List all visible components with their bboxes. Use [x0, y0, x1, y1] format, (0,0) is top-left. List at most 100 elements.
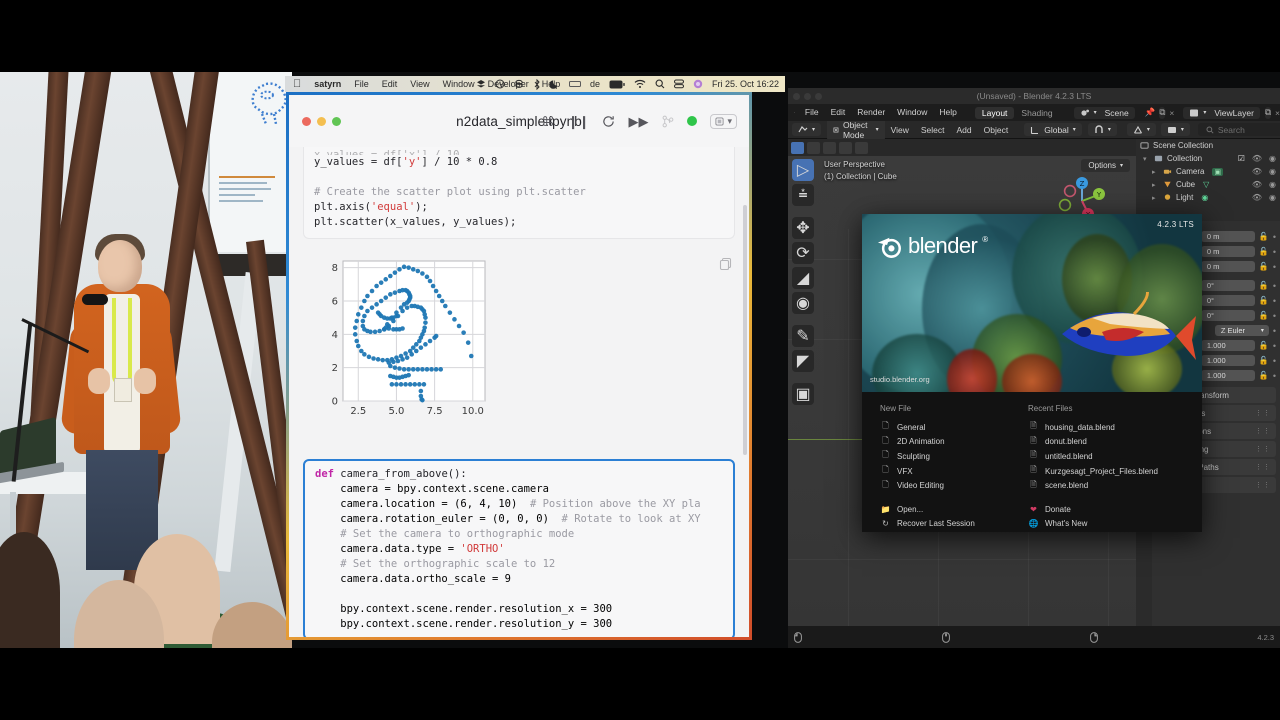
blender-logo-icon[interactable]: [794, 106, 795, 119]
location-z-value[interactable]: 0 m: [1200, 261, 1255, 272]
location-y-value[interactable]: 0 m: [1200, 246, 1255, 257]
menu-object[interactable]: Object: [978, 125, 1015, 135]
eye-icon[interactable]: 👁: [1252, 193, 1262, 202]
restart-icon[interactable]: [602, 115, 615, 128]
outliner-row-light[interactable]: ▸ Light ◉ 👁 ◉: [1136, 191, 1280, 204]
kernel-status-dot[interactable]: [687, 116, 698, 126]
camera-render-icon[interactable]: ◉: [1269, 180, 1276, 189]
lock-icon[interactable]: 🔓: [1259, 371, 1269, 380]
menu-edit[interactable]: Edit: [825, 104, 852, 121]
splash-recent-kurzgesagt[interactable]: 🗎 Kurzgesagt_Project_Files.blend: [1028, 464, 1158, 479]
splash-recent-housing-data[interactable]: 🗎 housing_data.blend: [1028, 420, 1158, 435]
notebook-scrollbar[interactable]: [743, 205, 747, 455]
edge-mode-tab[interactable]: [823, 141, 836, 154]
layout-chooser[interactable]: ▾: [710, 113, 737, 129]
menubar-item-window[interactable]: Window: [443, 79, 475, 89]
new-viewlayer-button[interactable]: ⧉: [1264, 106, 1272, 119]
notebook-body[interactable]: x_values = df['x'] / 10 y_values = df['y…: [289, 147, 749, 637]
moon-icon[interactable]: [549, 79, 560, 89]
controlcenter-icon[interactable]: [673, 79, 684, 89]
menu-file[interactable]: File: [799, 104, 825, 121]
outliner-row-camera[interactable]: ▸ Camera ▣ 👁 ◉: [1136, 165, 1280, 178]
battery-icon[interactable]: [609, 80, 625, 89]
blender-splash-screen[interactable]: blender ® 4.2.3 LTS studio.blender.org N…: [862, 214, 1202, 532]
new-scene-button[interactable]: ⧉: [1159, 106, 1166, 119]
rotation-y-value[interactable]: 0°: [1200, 295, 1255, 306]
interaction-mode-dropdown[interactable]: Object Mode ▾: [827, 118, 885, 141]
outliner-row-collection[interactable]: ▾ Collection ☑ 👁 ◉: [1136, 152, 1280, 165]
animate-dot-icon[interactable]: •: [1273, 356, 1276, 366]
transform-tool[interactable]: ◉: [792, 292, 814, 314]
animate-dot-icon[interactable]: •: [1273, 326, 1276, 336]
cursor-tool[interactable]: ⩮: [792, 184, 814, 206]
face-mode-tab[interactable]: [839, 141, 852, 154]
splash-recover-last-session[interactable]: ↻ Recover Last Session: [880, 517, 1002, 532]
menu-view[interactable]: View: [885, 125, 915, 135]
viewlayer-name[interactable]: ViewLayer: [1214, 108, 1254, 118]
menu-help[interactable]: Help: [933, 104, 962, 121]
animate-dot-icon[interactable]: •: [1273, 311, 1276, 321]
outliner-row-toggles[interactable]: 👁 ◉: [1252, 193, 1276, 202]
code-cell-camera[interactable]: def camera_from_above(): camera = bpy.co…: [303, 459, 735, 637]
outliner-row-toggles[interactable]: 👁 ◉: [1252, 167, 1276, 176]
close-icon[interactable]: ×: [1169, 108, 1174, 118]
apple-logo[interactable]: : [293, 78, 301, 90]
rotate-tool[interactable]: ⟳: [792, 242, 814, 264]
menubar-app-name[interactable]: satyrn: [314, 79, 341, 89]
splash-recent-scene[interactable]: 🗎 scene.blend: [1028, 478, 1158, 493]
camera-render-icon[interactable]: ◉: [1269, 154, 1276, 163]
viewport-options-button[interactable]: Options ▾: [1081, 159, 1130, 172]
animate-dot-icon[interactable]: •: [1273, 262, 1276, 272]
splash-new-general[interactable]: 🗋 General: [880, 420, 1002, 435]
workspace-tab-shading[interactable]: Shading: [1014, 107, 1059, 119]
keyboard-icon[interactable]: [568, 80, 581, 88]
code-cell-scatter[interactable]: x_values = df['x'] / 10 y_values = df['y…: [303, 147, 735, 239]
copy-icon[interactable]: [719, 257, 733, 271]
lock-icon[interactable]: 🔓: [1259, 281, 1269, 290]
proportional-editing-dropdown[interactable]: ▾: [1126, 123, 1156, 136]
close-icon[interactable]: ×: [1275, 108, 1280, 118]
timemachine-icon[interactable]: [495, 79, 505, 89]
splash-recent-donut[interactable]: 🗎 donut.blend: [1028, 435, 1158, 450]
scale-z-value[interactable]: 1.000: [1200, 370, 1255, 381]
menu-window[interactable]: Window: [891, 104, 933, 121]
splash-new-2d-animation[interactable]: 🗋 2D Animation: [880, 435, 1002, 450]
wifi-icon[interactable]: [634, 79, 646, 89]
outliner-row-scene-collection[interactable]: Scene Collection: [1136, 139, 1280, 152]
move-tool[interactable]: ✥: [792, 217, 814, 239]
light-data-icon[interactable]: ◉: [1201, 193, 1208, 202]
window-traffic-lights[interactable]: [793, 92, 822, 100]
menu-render[interactable]: Render: [851, 104, 891, 121]
view-object-types-dropdown[interactable]: ▾: [1160, 123, 1190, 136]
outliner-row-cube[interactable]: ▸ Cube ▽ 👁 ◉: [1136, 178, 1280, 191]
animate-dot-icon[interactable]: •: [1273, 371, 1276, 381]
rotation-x-value[interactable]: 0°: [1200, 280, 1255, 291]
lock-icon[interactable]: 🔓: [1259, 341, 1269, 350]
splash-new-vfx[interactable]: 🗋 VFX: [880, 464, 1002, 479]
outliner-row-toggles[interactable]: ☑ 👁 ◉: [1238, 154, 1276, 163]
lock-icon[interactable]: 🔓: [1259, 311, 1269, 320]
lock-icon[interactable]: 🔓: [1259, 262, 1269, 271]
animate-dot-icon[interactable]: •: [1273, 247, 1276, 257]
menubar-clock[interactable]: Fri 25. Oct 16:22: [712, 79, 779, 89]
select-box-tool[interactable]: ▷: [792, 159, 814, 181]
extra-mode-tab[interactable]: [855, 141, 868, 154]
dropbox-icon[interactable]: [476, 79, 486, 89]
camera-render-icon[interactable]: ◉: [1269, 193, 1276, 202]
command-icon[interactable]: ⌘: [542, 115, 555, 128]
workspace-tab-layout[interactable]: Layout: [974, 106, 1015, 119]
object-select-mode-tab[interactable]: [791, 141, 804, 154]
transform-orientation-dropdown[interactable]: Global ▾: [1024, 123, 1082, 136]
menu-select[interactable]: Select: [915, 125, 951, 135]
animate-dot-icon[interactable]: •: [1273, 281, 1276, 291]
annotate-tool[interactable]: ✎: [792, 325, 814, 347]
search-icon[interactable]: [655, 79, 665, 89]
scale-tool[interactable]: ◢: [792, 267, 814, 289]
rotation-mode-dropdown[interactable]: Z Euler ▾: [1214, 325, 1269, 336]
camera-data-badge[interactable]: ▣: [1212, 167, 1224, 176]
menu-add[interactable]: Add: [951, 125, 978, 135]
bluetooth-icon[interactable]: [533, 78, 541, 90]
chevron-right-icon[interactable]: ▸: [1152, 168, 1159, 176]
measure-tool[interactable]: ◤: [792, 350, 814, 372]
menubar-item-edit[interactable]: Edit: [382, 79, 398, 89]
